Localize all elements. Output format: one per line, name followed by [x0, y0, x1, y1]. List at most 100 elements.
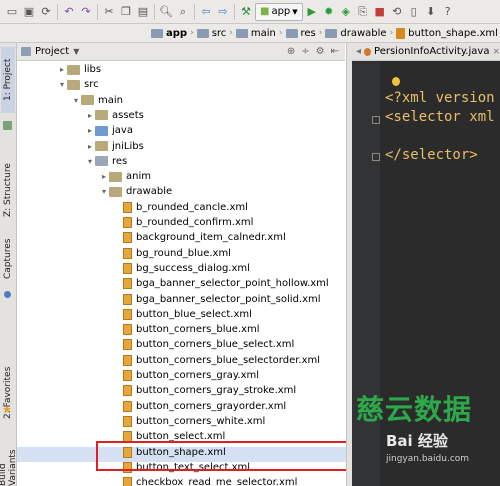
tree-file-item[interactable]: bga_banner_selector_point_solid.xml: [113, 292, 321, 307]
expand-arrow-icon[interactable]: ▾: [57, 80, 67, 89]
tree-file-item[interactable]: button_corners_gray.xml: [113, 368, 259, 383]
tree-folder-item[interactable]: ▸ libs: [57, 62, 101, 77]
tree-folder-item[interactable]: ▾ res: [85, 154, 127, 169]
tool-tab-project[interactable]: 1: Project: [1, 47, 15, 113]
run-config-select[interactable]: ■ app ▼: [255, 2, 303, 21]
tree-folder-item[interactable]: ▾ main: [71, 93, 123, 108]
lightbulb-icon[interactable]: [392, 77, 400, 86]
breadcrumb-item-main[interactable]: main: [233, 28, 279, 39]
replace-icon[interactable]: ⌕: [175, 4, 191, 20]
collapse-arrow-icon[interactable]: ▸: [57, 65, 67, 74]
help-icon[interactable]: ?: [440, 4, 456, 20]
attach-icon[interactable]: ⎘: [355, 4, 371, 20]
redo-icon[interactable]: ↷: [78, 4, 94, 20]
find-icon[interactable]: 🔍︎: [158, 4, 174, 20]
expand-arrow-icon[interactable]: ▾: [99, 187, 109, 196]
tool-tab-structure[interactable]: Z: Structure: [1, 153, 15, 227]
fold-marker-icon[interactable]: [372, 153, 380, 161]
tree-file-item[interactable]: b_rounded_cancle.xml: [113, 200, 248, 215]
tool-tab-build-variants[interactable]: Build Variants: [0, 433, 18, 486]
tool-tab-captures[interactable]: Captures: [1, 233, 15, 285]
tree-item-label: java: [112, 125, 133, 137]
gear-icon[interactable]: ⚙: [316, 46, 325, 57]
sync-icon[interactable]: ⊕: [287, 46, 295, 57]
toolbar-separator: [154, 3, 155, 20]
fold-marker-icon[interactable]: [372, 116, 380, 124]
avd-icon[interactable]: ▯: [406, 4, 422, 20]
tree-file-item[interactable]: button_corners_blue.xml: [113, 322, 260, 337]
tree-folder-item[interactable]: ▾ src: [57, 77, 99, 92]
tree-file-item[interactable]: bg_success_dialog.xml: [113, 261, 250, 276]
tree-file-item[interactable]: checkbox_read_me_selector.xml: [113, 475, 297, 486]
undo-icon[interactable]: ↶: [61, 4, 77, 20]
copy-icon[interactable]: ❐: [118, 4, 134, 20]
chevron-left-icon[interactable]: ◂: [356, 46, 361, 57]
tree-file-item[interactable]: b_rounded_confirm.xml: [113, 215, 253, 230]
hide-icon[interactable]: ⇤: [331, 46, 339, 57]
tree-folder-item[interactable]: ▸ java: [85, 123, 133, 138]
breadcrumb-item-drawable[interactable]: drawable: [322, 28, 389, 39]
breadcrumb-item-app[interactable]: app: [148, 28, 190, 39]
close-icon[interactable]: ×: [492, 47, 500, 57]
breadcrumb-label: drawable: [340, 27, 387, 39]
watermark-text: 慈云数据: [356, 393, 473, 426]
tree-folder-item[interactable]: ▸ jniLibs: [85, 139, 144, 154]
tree-item-label: libs: [84, 64, 102, 75]
debug-icon[interactable]: ✹: [321, 4, 337, 20]
tree-folder-item[interactable]: ▾ drawable: [99, 184, 172, 199]
save-icon[interactable]: ▣: [21, 4, 37, 20]
project-tree: ▸ libs ▾ src ▾ main ▸ assets ▸ java ▸ jniLibs ▾ res ▸ a…: [17, 61, 347, 486]
expand-arrow-icon[interactable]: ▾: [71, 96, 81, 105]
stop-icon[interactable]: ■: [372, 4, 388, 20]
xml-file-icon: [123, 247, 132, 259]
tree-file-item[interactable]: button_corners_white.xml: [113, 414, 265, 429]
breadcrumb-item-res[interactable]: res: [283, 28, 319, 39]
cut-icon[interactable]: ✂: [101, 4, 117, 20]
chevron-down-icon[interactable]: ▼: [73, 47, 79, 56]
folder-icon: [67, 64, 80, 75]
java-class-icon: [364, 47, 372, 56]
collapse-icon[interactable]: ÷: [301, 46, 309, 57]
breadcrumb-item-file[interactable]: button_shape.xml: [393, 27, 500, 39]
sync-icon[interactable]: ⟳: [38, 4, 54, 20]
paste-icon[interactable]: ▤: [135, 4, 151, 20]
tree-file-item[interactable]: button_corners_gray_stroke.xml: [113, 383, 296, 398]
tree-file-item[interactable]: background_item_calnedr.xml: [113, 230, 286, 245]
collapse-arrow-icon[interactable]: ▸: [99, 172, 109, 181]
editor-tab-label[interactable]: PersionInfoActivity.java: [374, 46, 489, 57]
sdk-icon[interactable]: ⬇: [423, 4, 439, 20]
breadcrumb-item-src[interactable]: src: [194, 28, 230, 39]
collapse-arrow-icon[interactable]: ▸: [85, 142, 95, 151]
folder-icon: [95, 110, 108, 121]
tree-file-item[interactable]: bg_round_blue.xml: [113, 246, 231, 261]
toolbar-separator: [57, 3, 58, 20]
forward-icon[interactable]: ⇨: [215, 4, 231, 20]
code-line: </selector>: [385, 147, 478, 163]
tree-file-item[interactable]: button_corners_grayorder.xml: [113, 399, 286, 414]
collapse-arrow-icon[interactable]: ▸: [85, 126, 95, 135]
tree-file-item[interactable]: bga_banner_selector_point_hollow.xml: [113, 276, 329, 291]
breadcrumb-label: button_shape.xml: [408, 27, 498, 39]
tree-folder-item[interactable]: ▸ assets: [85, 108, 144, 123]
collapse-arrow-icon[interactable]: ▸: [85, 111, 95, 120]
build-icon[interactable]: ⚒: [238, 4, 254, 20]
tree-file-item[interactable]: button_corners_blue_select.xml: [113, 337, 294, 352]
run-icon[interactable]: ▶: [304, 4, 320, 20]
expand-arrow-icon[interactable]: ▾: [85, 157, 95, 166]
folder-icon: [67, 79, 80, 90]
tree-item-label: button_corners_blue_selectorder.xml: [136, 354, 321, 366]
editor-tab-bar: ◂ PersionInfoActivity.java ×: [352, 43, 500, 61]
tree-file-item[interactable]: button_blue_select.xml: [113, 307, 252, 322]
run-config-label: app: [271, 6, 291, 17]
tree-folder-item[interactable]: ▸ anim: [99, 169, 151, 184]
tree-file-item[interactable]: button_corners_blue_selectorder.xml: [113, 353, 320, 368]
tree-item-label: bga_banner_selector_point_solid.xml: [136, 293, 321, 305]
profile-icon[interactable]: ◈: [338, 4, 354, 20]
xml-file-icon: [123, 339, 132, 351]
folder-icon: [235, 28, 248, 38]
folder-icon: [151, 28, 163, 38]
open-icon[interactable]: ▭: [4, 4, 20, 20]
sync-gradle-icon[interactable]: ⟲: [389, 4, 405, 20]
back-icon[interactable]: ⇦: [198, 4, 214, 20]
panel-title[interactable]: Project: [35, 46, 69, 57]
